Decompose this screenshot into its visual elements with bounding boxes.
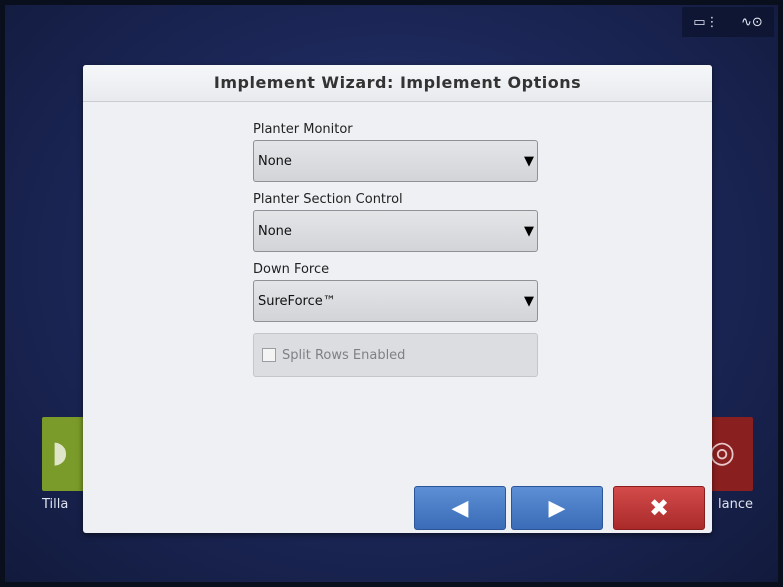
cancel-button[interactable]: ✖ (613, 486, 705, 530)
monitor-icon[interactable]: ▭⋮ (693, 15, 718, 30)
guidance-tile-label: lance (718, 497, 753, 512)
split-rows-toggle[interactable]: Split Rows Enabled (253, 333, 538, 377)
planter-monitor-field: Planter Monitor None ▼ (253, 122, 538, 182)
planter-section-control-dropdown[interactable]: None ▼ (253, 210, 538, 252)
planter-monitor-value: None (258, 154, 292, 169)
split-rows-label: Split Rows Enabled (282, 347, 406, 363)
tillage-icon: ◗ (52, 435, 68, 470)
back-button[interactable]: ◀ (414, 486, 506, 530)
close-icon: ✖ (648, 494, 670, 522)
dropdown-arrow-icon: ▼ (524, 154, 534, 169)
status-bar: ▭⋮ ∿⊙ (682, 7, 774, 37)
planter-section-control-label: Planter Section Control (253, 192, 403, 207)
tillage-tile-label: Tilla (42, 497, 69, 512)
arrow-right-icon: ▶ (548, 495, 566, 521)
planter-monitor-label: Planter Monitor (253, 122, 353, 137)
planter-section-control-field: Planter Section Control None ▼ (253, 192, 538, 252)
steering-wheel-icon: ◎ (709, 435, 736, 470)
implement-wizard-dialog: Implement Wizard: Implement Options Plan… (83, 65, 712, 533)
dropdown-arrow-icon: ▼ (524, 294, 534, 309)
split-rows-checkbox[interactable] (262, 348, 276, 362)
dropdown-arrow-icon: ▼ (524, 224, 534, 239)
planter-section-control-value: None (258, 224, 292, 239)
gps-satellite-icon[interactable]: ∿⊙ (741, 15, 763, 30)
down-force-field: Down Force SureForce™ ▼ (253, 262, 538, 322)
arrow-left-icon: ◀ (451, 495, 469, 521)
dialog-title: Implement Wizard: Implement Options (83, 65, 712, 102)
down-force-label: Down Force (253, 262, 330, 277)
home-screen: ▭⋮ ∿⊙ ◗ Tilla ◎ lance Implement Wizard: … (5, 5, 778, 582)
guidance-tile[interactable]: ◎ lance (705, 417, 753, 512)
planter-monitor-dropdown[interactable]: None ▼ (253, 140, 538, 182)
down-force-dropdown[interactable]: SureForce™ ▼ (253, 280, 538, 322)
next-button[interactable]: ▶ (511, 486, 603, 530)
down-force-value: SureForce™ (258, 294, 336, 309)
